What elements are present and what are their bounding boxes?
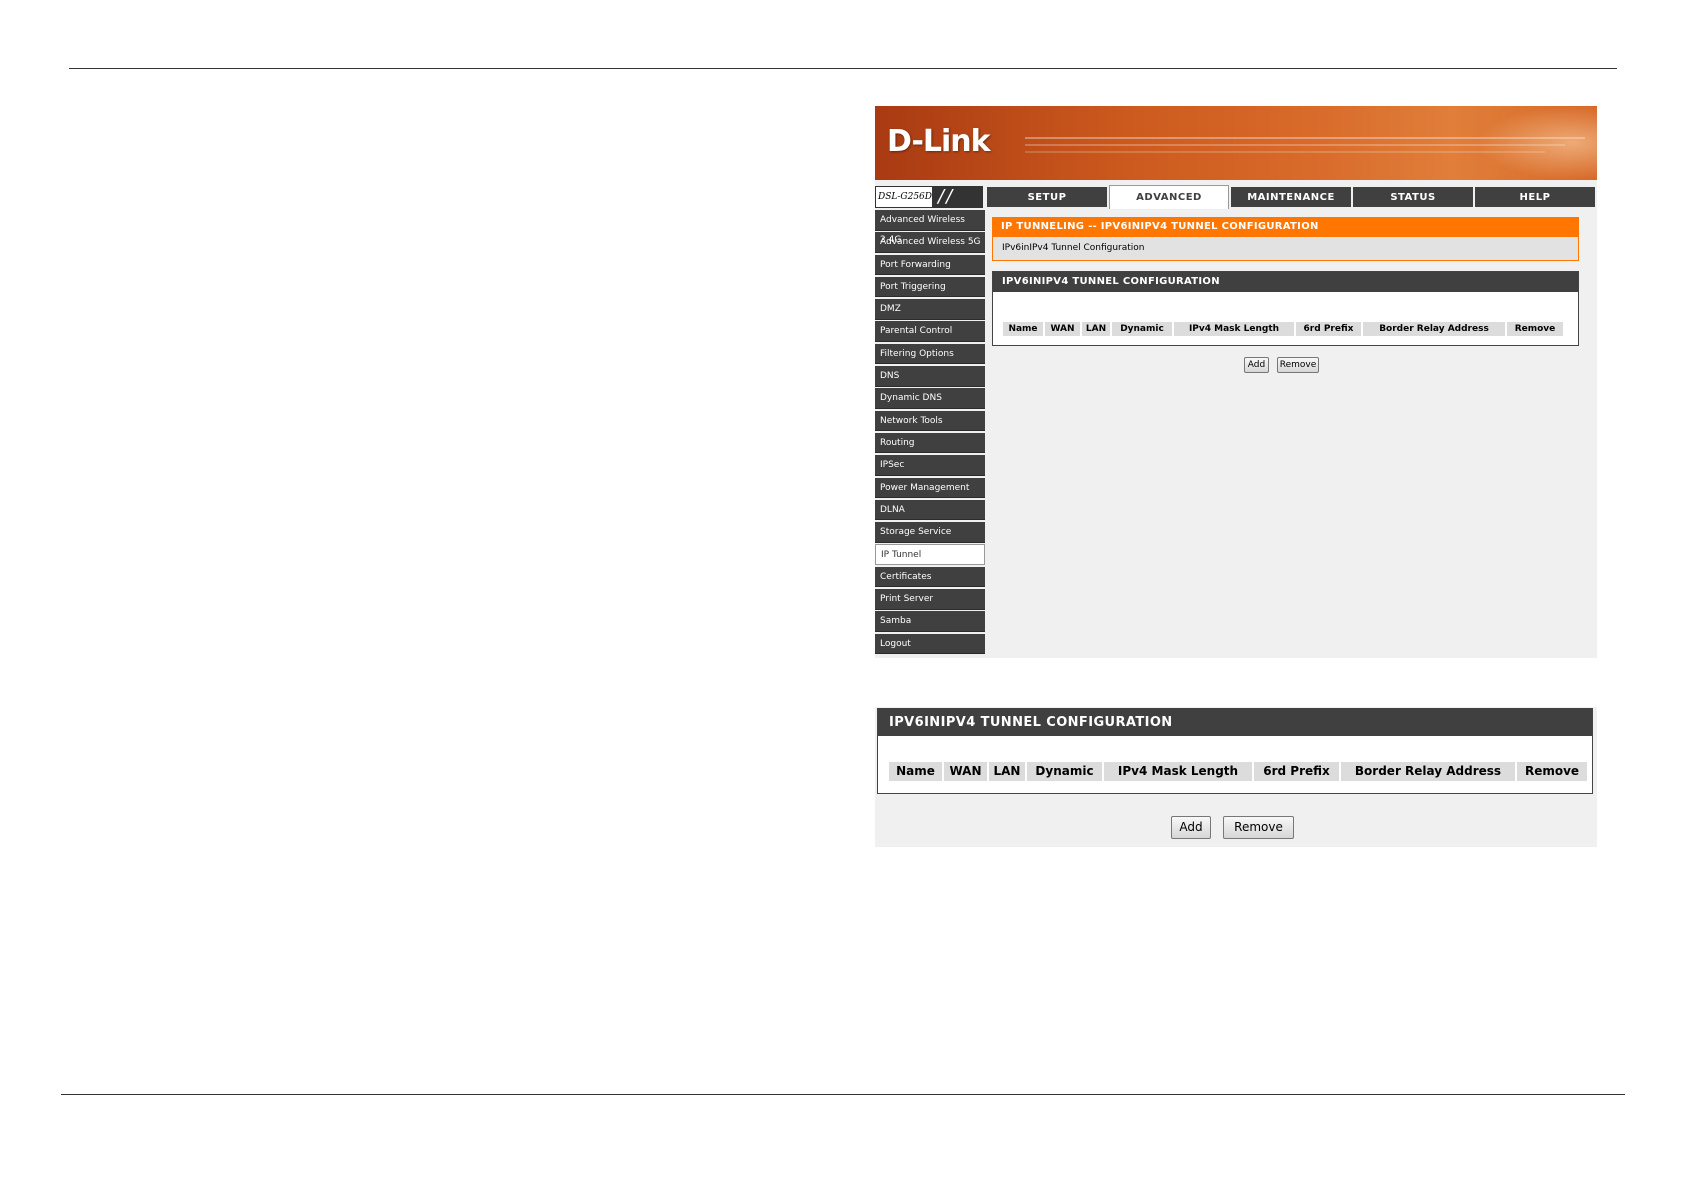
sidebar-item-advanced-wireless-5g[interactable]: Advanced Wireless 5G [875,232,985,253]
tab-help[interactable]: HELP [1475,187,1595,207]
sidebar: Advanced Wireless 2.4G Advanced Wireless… [875,210,985,656]
column-header-remove: Remove [1507,322,1563,336]
column-header-remove: Remove [1517,762,1587,781]
column-header-6rd-prefix: 6rd Prefix [1254,762,1339,781]
sidebar-item-print-server[interactable]: Print Server [875,589,985,610]
sidebar-item-storage-service[interactable]: Storage Service [875,522,985,543]
model-badge: DSL-G256DG // [875,186,983,208]
column-header-ipv4-mask-length: IPv4 Mask Length [1174,322,1294,336]
column-header-name: Name [1003,322,1043,336]
column-header-6rd-prefix: 6rd Prefix [1296,322,1361,336]
column-header-border-relay-address: Border Relay Address [1363,322,1505,336]
sidebar-item-certificates[interactable]: Certificates [875,566,985,588]
column-header-dynamic: Dynamic [1027,762,1102,781]
tab-setup[interactable]: SETUP [987,187,1107,207]
sidebar-item-network-tools[interactable]: Network Tools [875,410,985,432]
zoomed-add-button[interactable]: Add [1171,816,1211,839]
column-header-lan: LAN [989,762,1025,781]
tunnel-table-header: Name WAN LAN Dynamic IPv4 Mask Length 6r… [1003,322,1565,336]
sidebar-item-filtering-options[interactable]: Filtering Options [875,343,985,365]
page-bottom-rule [61,1094,1625,1095]
section-title: IP TUNNELING -- IPV6INIPV4 TUNNEL CONFIG… [992,217,1579,237]
sidebar-item-dmz[interactable]: DMZ [875,299,985,320]
page-top-rule [69,68,1617,69]
zoomed-config-screenshot: IPV6INIPV4 TUNNEL CONFIGURATION Name WAN… [875,707,1597,847]
sidebar-item-port-triggering[interactable]: Port Triggering [875,276,985,298]
column-header-ipv4-mask-length: IPv4 Mask Length [1104,762,1252,781]
tab-advanced[interactable]: ADVANCED [1109,185,1229,209]
sidebar-item-ip-tunnel[interactable]: IP Tunnel [875,544,985,565]
tab-status[interactable]: STATUS [1353,187,1473,207]
model-label: DSL-G256DG [878,192,940,202]
column-header-wan: WAN [944,762,987,781]
sidebar-item-ipsec[interactable]: IPSec [875,455,985,476]
column-header-dynamic: Dynamic [1112,322,1172,336]
tunnel-config-panel: IPV6INIPV4 TUNNEL CONFIGURATION Name WAN… [992,271,1579,346]
banner-glow [1477,106,1597,180]
sidebar-item-advanced-wireless-24g[interactable]: Advanced Wireless 2.4G [875,210,985,245]
column-header-lan: LAN [1082,322,1110,336]
sidebar-item-dynamic-dns[interactable]: Dynamic DNS [875,388,985,409]
tab-maintenance[interactable]: MAINTENANCE [1231,187,1351,207]
banner-streak [1025,151,1545,153]
remove-button[interactable]: Remove [1277,357,1319,373]
sidebar-item-dlna[interactable]: DLNA [875,499,985,521]
model-slash-decoration: // [932,186,982,207]
add-button[interactable]: Add [1244,357,1269,373]
sidebar-item-dns[interactable]: DNS [875,366,985,387]
zoomed-tunnel-config-title: IPV6INIPV4 TUNNEL CONFIGURATION [878,709,1592,736]
sidebar-item-port-forwarding[interactable]: Port Forwarding [875,254,985,276]
dlink-logo: D-Link [887,124,991,159]
dlink-banner: D-Link [875,106,1597,180]
section-description: IPv6inIPv4 Tunnel Configuration [992,237,1579,261]
sidebar-item-parental-control[interactable]: Parental Control [875,321,985,342]
column-header-border-relay-address: Border Relay Address [1341,762,1515,781]
column-header-name: Name [889,762,942,781]
sidebar-item-routing[interactable]: Routing [875,432,985,454]
sidebar-item-power-management[interactable]: Power Management [875,477,985,499]
sidebar-item-logout[interactable]: Logout [875,633,985,655]
tunnel-config-title: IPV6INIPV4 TUNNEL CONFIGURATION [993,272,1578,292]
zoomed-remove-button[interactable]: Remove [1223,816,1294,839]
sidebar-item-samba[interactable]: Samba [875,611,985,632]
zoomed-tunnel-config-panel: IPV6INIPV4 TUNNEL CONFIGURATION Name WAN… [877,708,1593,794]
router-admin-screenshot: D-Link DSL-G256DG // SETUP ADVANCED MAIN… [875,106,1597,658]
column-header-wan: WAN [1045,322,1080,336]
zoomed-tunnel-table-header: Name WAN LAN Dynamic IPv4 Mask Length 6r… [889,762,1589,781]
